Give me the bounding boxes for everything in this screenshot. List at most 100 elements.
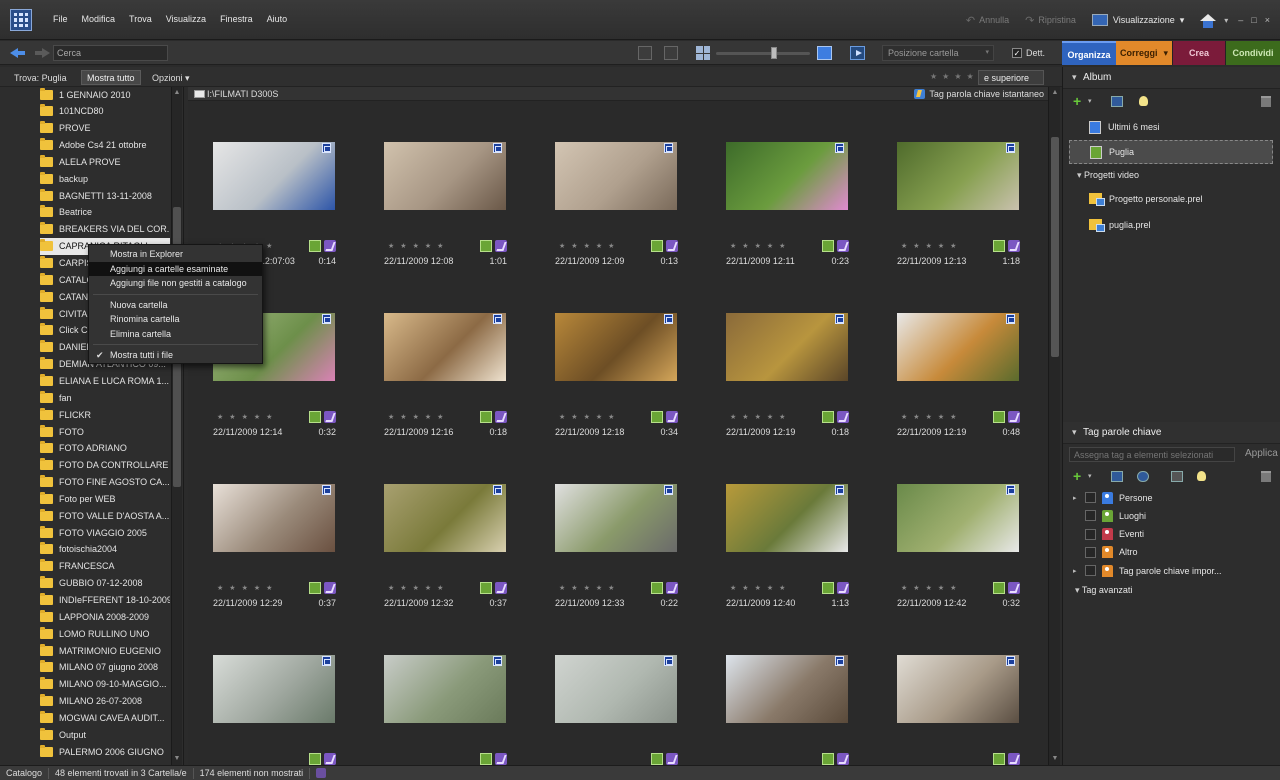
keyword-tag-category[interactable]: ▸ Tag parole chiave impor... (1073, 562, 1222, 579)
add-icon[interactable]: + (1073, 94, 1081, 108)
tab-crea[interactable]: Crea (1173, 41, 1225, 65)
album-tag-icon[interactable] (822, 240, 834, 252)
keyword-tag-category[interactable]: Luoghi (1073, 507, 1146, 524)
star-rating[interactable]: ★ ★ ★ ★ ★ (388, 584, 443, 592)
media-thumbnail[interactable]: ★ ★ ★ ★ ★ 22/11/2009 12:42 0:32 (872, 484, 1022, 634)
compare-stack-icon[interactable] (664, 46, 678, 60)
star-rating[interactable]: ★ ★ ★ ★ ★ (730, 242, 785, 250)
home-button[interactable] (1198, 10, 1218, 30)
video-preview-image[interactable] (555, 655, 677, 723)
folder-item[interactable]: FOTO (40, 423, 170, 440)
media-thumbnail[interactable]: ★ ★ ★ ★ ★ 22/11/2009 12:16 0:18 (359, 313, 509, 463)
star-rating[interactable]: ★ ★ ★ ★ ★ (730, 413, 785, 421)
keyword-tag-icon[interactable] (495, 411, 507, 423)
media-thumbnail[interactable]: ★ ★ ★ ★ ★ 22/11/2009 12:19 0:48 (872, 313, 1022, 463)
media-thumbnail[interactable]: ★ ★ ★ ★ ★ 22/11/2009 12:32 0:37 (359, 484, 509, 634)
app-logo-icon[interactable] (10, 9, 32, 31)
folder-item[interactable]: ALELA PROVE (40, 153, 170, 170)
media-thumbnail[interactable]: ★ ★ ★ ★ ★ 22/11/2009 12:19 0:18 (701, 313, 851, 463)
menu-item-add-watched-folders[interactable]: Aggiungi a cartelle esaminate (89, 261, 262, 276)
sort-order-select[interactable]: Posizione cartella ▾ (882, 45, 994, 61)
menu-item-show-in-explorer[interactable]: Mostra in Explorer (89, 247, 262, 262)
keyword-tag-icon[interactable] (324, 240, 336, 252)
keyword-tag-icon[interactable] (324, 582, 336, 594)
folder-item[interactable]: FOTO VALLE D'AOSTA A... (40, 507, 170, 524)
video-preview-image[interactable] (726, 655, 848, 723)
keyword-tag-icon[interactable] (495, 753, 507, 765)
keyword-tag-icon[interactable] (837, 411, 849, 423)
star-rating[interactable]: ★ ★ ★ ★ ★ (559, 584, 614, 592)
media-thumbnail[interactable]: ★ ★ ★ ★ ★ 22/11/2009 12:08 1:01 (359, 142, 509, 292)
folder-item[interactable]: backup (40, 170, 170, 187)
folder-item[interactable]: FLICKR (40, 406, 170, 423)
tag-image-icon[interactable] (1171, 471, 1183, 482)
maximize-button[interactable]: □ (1251, 15, 1256, 25)
star-icon[interactable]: ★ (942, 72, 949, 81)
compare-side-icon[interactable] (638, 46, 652, 60)
album-tag-icon[interactable] (822, 582, 834, 594)
video-preview-image[interactable] (897, 313, 1019, 381)
edit-tag-icon[interactable] (1111, 471, 1123, 482)
keyword-tag-icon[interactable] (666, 411, 678, 423)
video-preview-image[interactable] (726, 142, 848, 210)
keyword-tag-icon[interactable] (495, 240, 507, 252)
menu-item-rename-folder[interactable]: Rinomina cartella (89, 312, 262, 327)
folder-item[interactable]: fotoischia2004 (40, 541, 170, 558)
video-preview-image[interactable] (726, 313, 848, 381)
thumbnail-size-slider[interactable] (716, 47, 810, 59)
catalog-status[interactable]: Catalogo (0, 767, 50, 779)
video-preview-image[interactable] (384, 484, 506, 552)
scroll-up-icon[interactable]: ▲ (173, 89, 181, 97)
media-thumbnail[interactable]: ★ ★ ★ ★ ★ 22/11/2009 12:13 1:18 (872, 142, 1022, 292)
album-tag-icon[interactable] (993, 582, 1005, 594)
video-preview-image[interactable] (213, 484, 335, 552)
video-preview-image[interactable] (384, 313, 506, 381)
media-thumbnail[interactable] (701, 655, 851, 780)
folder-item[interactable]: GUBBIO 07-12-2008 (40, 575, 170, 592)
video-preview-image[interactable] (897, 142, 1019, 210)
folder-item[interactable]: fan (40, 389, 170, 406)
keyword-tags-section-header[interactable]: Tag parole chiave (1063, 422, 1280, 444)
home-dropdown-icon[interactable]: ▾ (1224, 16, 1228, 25)
tag-checkbox[interactable] (1085, 528, 1096, 540)
video-preview-image[interactable] (213, 655, 335, 723)
folder-item[interactable]: 1 GENNAIO 2010 (40, 87, 170, 103)
large-thumbnails-icon[interactable] (817, 46, 832, 60)
rating-compare-select[interactable]: e superiore (978, 70, 1044, 85)
expand-arrow-icon[interactable]: ▸ (1073, 494, 1079, 502)
slider-handle[interactable] (771, 47, 778, 59)
scroll-down-icon[interactable]: ▼ (173, 755, 181, 763)
star-rating[interactable]: ★ ★ ★ ★ ★ (217, 584, 272, 592)
menu-file[interactable]: File (46, 14, 75, 24)
folder-item[interactable]: Adobe Cs4 21 ottobre (40, 137, 170, 154)
tab-correggi[interactable]: Correggi ▾ (1116, 41, 1172, 65)
folder-item[interactable]: Output (40, 726, 170, 743)
search-input[interactable] (53, 45, 168, 61)
album-item-ultimi-6-mesi[interactable]: Ultimi 6 mesi (1069, 115, 1273, 139)
star-rating[interactable]: ★ ★ ★ ★ ★ (388, 242, 443, 250)
show-all-button[interactable]: Mostra tutto (81, 70, 141, 85)
instant-keyword-tag-button[interactable]: Tag parola chiave istantaneo (914, 89, 1044, 99)
star-rating[interactable]: ★ ★ ★ ★ ★ (730, 584, 785, 592)
folder-item[interactable]: Foto per WEB (40, 490, 170, 507)
albums-section-header[interactable]: Album (1063, 67, 1280, 89)
scrollbar-thumb[interactable] (1051, 137, 1059, 357)
small-thumbnails-icon[interactable] (696, 46, 710, 60)
folder-item[interactable]: MILANO 26-07-2008 (40, 693, 170, 710)
menu-aiuto[interactable]: Aiuto (260, 14, 295, 24)
folder-item[interactable]: MILANO 09-10-MAGGIO... (40, 676, 170, 693)
star-rating[interactable]: ★ ★ ★ ★ ★ (388, 413, 443, 421)
menu-trova[interactable]: Trova (122, 14, 159, 24)
media-thumbnail[interactable] (872, 655, 1022, 780)
folder-item[interactable]: FOTO DA CONTROLLARE (40, 457, 170, 474)
album-item-puglia[interactable]: Puglia (1069, 140, 1273, 164)
trash-icon[interactable] (1261, 471, 1271, 482)
star-rating[interactable]: ★ ★ ★ ★ ★ (217, 413, 272, 421)
folder-item[interactable]: FOTO FINE AGOSTO CA... (40, 474, 170, 491)
keyword-tag-icon[interactable] (1008, 582, 1020, 594)
video-preview-image[interactable] (897, 655, 1019, 723)
menu-item-new-folder[interactable]: Nuova cartella (89, 298, 262, 313)
tag-icon[interactable] (316, 768, 327, 778)
folder-item[interactable]: FOTO VIAGGIO 2005 (40, 524, 170, 541)
menu-item-add-unmanaged-files[interactable]: Aggiungi file non gestiti a catalogo (89, 276, 262, 291)
